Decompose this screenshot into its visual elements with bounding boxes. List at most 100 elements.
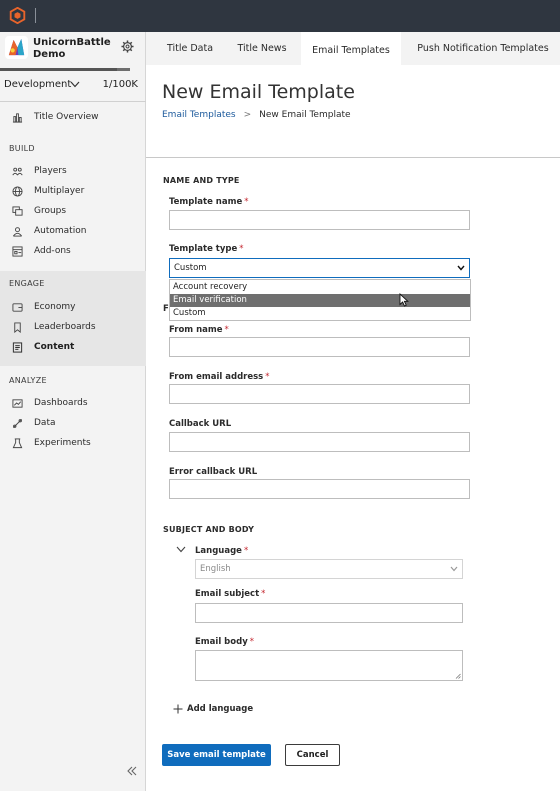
language-select[interactable]: English: [195, 559, 463, 579]
breadcrumb: Email Templates > New Email Template: [162, 110, 351, 120]
from-name-label: From name *: [169, 325, 229, 335]
sidebar-item-experiments[interactable]: Experiments: [0, 434, 146, 454]
add-ons-icon: [12, 246, 23, 257]
email-body-textarea[interactable]: [195, 650, 463, 681]
tab-email-templates[interactable]: Email Templates: [301, 32, 401, 65]
section-heading-analyze: ANALYZE: [9, 376, 47, 385]
from-section-heading: F: [163, 304, 169, 314]
sidebar-item-players[interactable]: Players: [0, 162, 146, 182]
sidebar-item-label: Content: [34, 342, 75, 352]
main-content: New Email Template Email Templates > New E…: [146, 65, 560, 791]
playfab-hex-logo-icon[interactable]: [9, 7, 26, 24]
header-divider: [146, 157, 560, 158]
required-mark: *: [243, 546, 249, 556]
dropdown-option-account-recovery[interactable]: Account recovery: [170, 281, 470, 294]
sidebar-item-data[interactable]: Data: [0, 414, 146, 434]
sidebar-item-title-overview[interactable]: Title Overview: [0, 108, 146, 128]
tab-title-data[interactable]: Title Data: [156, 32, 224, 65]
player-count: 1/100K: [102, 79, 138, 90]
globe-icon: [12, 186, 23, 197]
collapse-sidebar-icon[interactable]: [126, 765, 138, 777]
required-mark: *: [261, 589, 266, 599]
section-heading-subject-and-body: SUBJECT AND BODY: [163, 525, 255, 534]
section-heading-engage: ENGAGE: [9, 279, 45, 288]
dropdown-option-email-verification[interactable]: Email verification: [170, 294, 470, 307]
section-heading-build: BUILD: [9, 144, 35, 153]
resize-grip-icon[interactable]: [455, 673, 461, 679]
section-heading-name-and-type: NAME AND TYPE: [163, 176, 240, 185]
email-subject-label: Email subject *: [195, 589, 266, 599]
sidebar-item-automation[interactable]: Automation: [0, 222, 146, 242]
from-email-label: From email address *: [169, 372, 270, 382]
sidebar-item-dashboards[interactable]: Dashboards: [0, 394, 146, 414]
topbar-separator: [35, 8, 36, 23]
sidebar-item-label: Title Overview: [34, 112, 99, 122]
plus-icon: [173, 704, 183, 714]
sidebar-item-add-ons[interactable]: Add-ons: [0, 242, 146, 262]
sidebar-item-label: Add-ons: [34, 246, 71, 256]
breadcrumb-current: New Email Template: [259, 110, 351, 120]
title-name: UnicornBattle Demo: [33, 37, 111, 60]
title-selector[interactable]: UnicornBattle Demo: [0, 32, 146, 72]
groups-icon: [12, 206, 23, 216]
environment-selector[interactable]: Development 1/100K: [4, 79, 138, 93]
sidebar-divider: [0, 101, 146, 102]
tab-bar: Title Data Title News Email Templates Pu…: [146, 32, 560, 65]
economy-icon: [12, 303, 23, 312]
from-name-input[interactable]: [169, 337, 470, 357]
cancel-button[interactable]: Cancel: [285, 744, 340, 766]
usage-bar: [0, 68, 130, 71]
sidebar-item-groups[interactable]: Groups: [0, 202, 146, 222]
unicorn-app-icon: [5, 36, 28, 59]
required-mark: *: [224, 325, 229, 335]
save-email-template-button[interactable]: Save email template: [162, 744, 271, 766]
template-name-label: Template name *: [169, 197, 249, 207]
error-callback-url-label: Error callback URL: [169, 467, 258, 477]
tab-push-notification-templates[interactable]: Push Notification Templates: [408, 32, 558, 65]
chevron-down-icon: [450, 566, 458, 572]
email-body-label: Email body *: [195, 637, 254, 647]
automation-icon: [13, 227, 22, 237]
tab-title-news[interactable]: Title News: [230, 32, 294, 65]
usage-bar-fill: [0, 68, 117, 71]
sidebar-item-label: Data: [34, 418, 56, 428]
add-language-label: Add language: [187, 704, 254, 714]
breadcrumb-link-email-templates[interactable]: Email Templates: [162, 110, 236, 120]
callback-url-label: Callback URL: [169, 419, 232, 429]
template-type-label: Template type *: [169, 244, 244, 254]
sidebar-item-label: Economy: [34, 302, 76, 312]
template-type-select[interactable]: Custom: [169, 258, 470, 278]
gear-icon[interactable]: [121, 40, 134, 53]
from-email-input[interactable]: [169, 384, 470, 404]
dashboards-icon: [12, 399, 23, 408]
template-type-value: Custom: [174, 263, 207, 273]
required-mark: *: [244, 197, 249, 207]
language-label: Language *: [195, 546, 249, 556]
chevron-down-icon: [70, 81, 80, 88]
sidebar: UnicornBattle Demo Development 1/100K Ti…: [0, 32, 146, 791]
breadcrumb-separator: >: [243, 110, 252, 120]
sidebar-item-leaderboards[interactable]: Leaderboards: [0, 318, 146, 338]
template-name-input[interactable]: [169, 210, 470, 230]
sidebar-item-label: Players: [34, 166, 67, 176]
dropdown-option-custom[interactable]: Custom: [170, 307, 470, 320]
sidebar-item-economy[interactable]: Economy: [0, 298, 146, 318]
sidebar-item-label: Leaderboards: [34, 322, 96, 332]
sidebar-item-label: Dashboards: [34, 398, 88, 408]
callback-url-input[interactable]: [169, 432, 470, 452]
chart-bar-icon: [12, 113, 23, 123]
email-subject-input[interactable]: [195, 603, 463, 623]
players-icon: [12, 167, 23, 176]
page-title: New Email Template: [162, 81, 355, 103]
experiments-icon: [12, 438, 23, 449]
leaderboards-icon: [14, 322, 21, 333]
chevron-down-icon[interactable]: [176, 546, 186, 553]
template-type-dropdown-list: Account recovery Email verification Cust…: [169, 279, 471, 321]
required-mark: *: [239, 244, 244, 254]
error-callback-url-input[interactable]: [169, 479, 470, 499]
sidebar-item-label: Automation: [34, 226, 87, 236]
sidebar-item-label: Experiments: [34, 438, 91, 448]
language-value: English: [200, 564, 231, 574]
sidebar-item-content[interactable]: Content: [0, 338, 146, 358]
sidebar-item-multiplayer[interactable]: Multiplayer: [0, 182, 146, 202]
